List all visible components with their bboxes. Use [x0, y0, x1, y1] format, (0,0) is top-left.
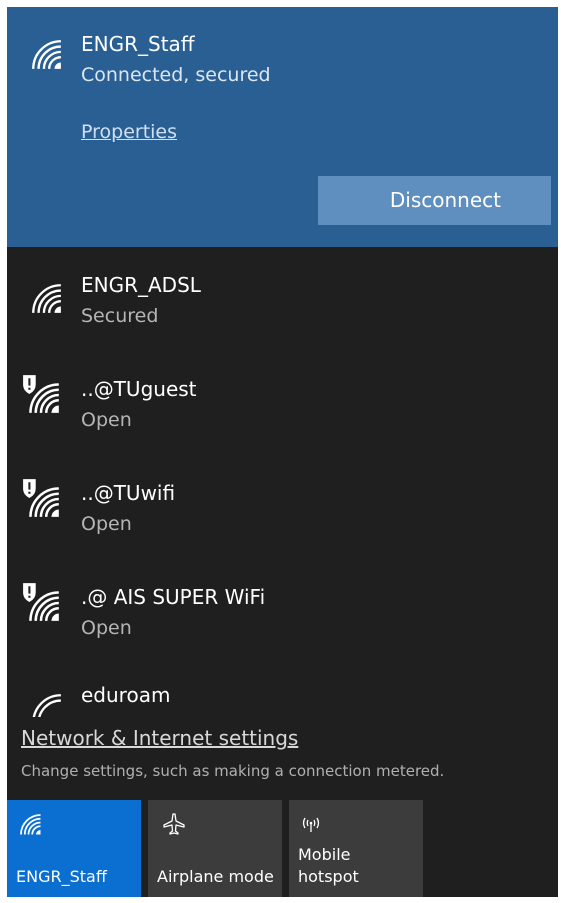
hotspot-icon [299, 812, 323, 836]
mobile-hotspot-tile[interactable]: Mobile hotspot [289, 800, 423, 897]
network-list-item[interactable]: ..@TUguest Open [7, 361, 558, 465]
connected-network-name: ENGR_Staff [81, 32, 195, 56]
disconnect-button[interactable]: Disconnect [318, 176, 551, 225]
connected-network-card[interactable]: ENGR_Staff Connected, secured Properties… [7, 7, 558, 247]
network-internet-settings-link[interactable]: Network & Internet settings [21, 726, 298, 750]
wifi-shield-icon [21, 477, 63, 519]
wifi-shield-icon [21, 581, 63, 623]
settings-description: Change settings, such as making a connec… [21, 762, 445, 780]
connected-network-status: Connected, secured [81, 64, 271, 86]
wifi-flyout: ENGR_Staff Connected, secured Properties… [7, 7, 558, 897]
tile-label: ENGR_Staff [16, 867, 107, 886]
network-name: ..@TUwifi [81, 481, 176, 505]
network-list-item[interactable]: ..@TUwifi Open [7, 465, 558, 569]
tile-label-line2: hotspot [298, 867, 359, 886]
tile-label-line1: Mobile [298, 845, 351, 864]
airplane-icon [162, 812, 186, 836]
properties-link[interactable]: Properties [81, 121, 177, 143]
wifi-toggle-tile[interactable]: ENGR_Staff [7, 800, 141, 897]
network-name: ..@TUguest [81, 377, 197, 401]
wifi-icon [29, 37, 63, 71]
wifi-icon [18, 812, 42, 836]
network-list-item[interactable]: ENGR_ADSL Secured [7, 257, 558, 361]
wifi-weak-icon [29, 691, 63, 717]
network-name: eduroam [81, 683, 171, 707]
tile-label: Airplane mode [157, 867, 274, 886]
airplane-mode-tile[interactable]: Airplane mode [148, 800, 282, 897]
network-list-item[interactable]: .@ AIS SUPER WiFi Open [7, 569, 558, 673]
network-status: Secured [81, 305, 159, 327]
network-status: Open [81, 513, 132, 535]
network-status: Open [81, 617, 132, 639]
wifi-shield-icon [21, 373, 63, 415]
network-status: Open [81, 409, 132, 431]
wifi-icon [29, 281, 63, 315]
network-name: .@ AIS SUPER WiFi [81, 585, 266, 609]
network-name: ENGR_ADSL [81, 273, 201, 297]
network-list-item[interactable]: eduroam [7, 673, 558, 717]
